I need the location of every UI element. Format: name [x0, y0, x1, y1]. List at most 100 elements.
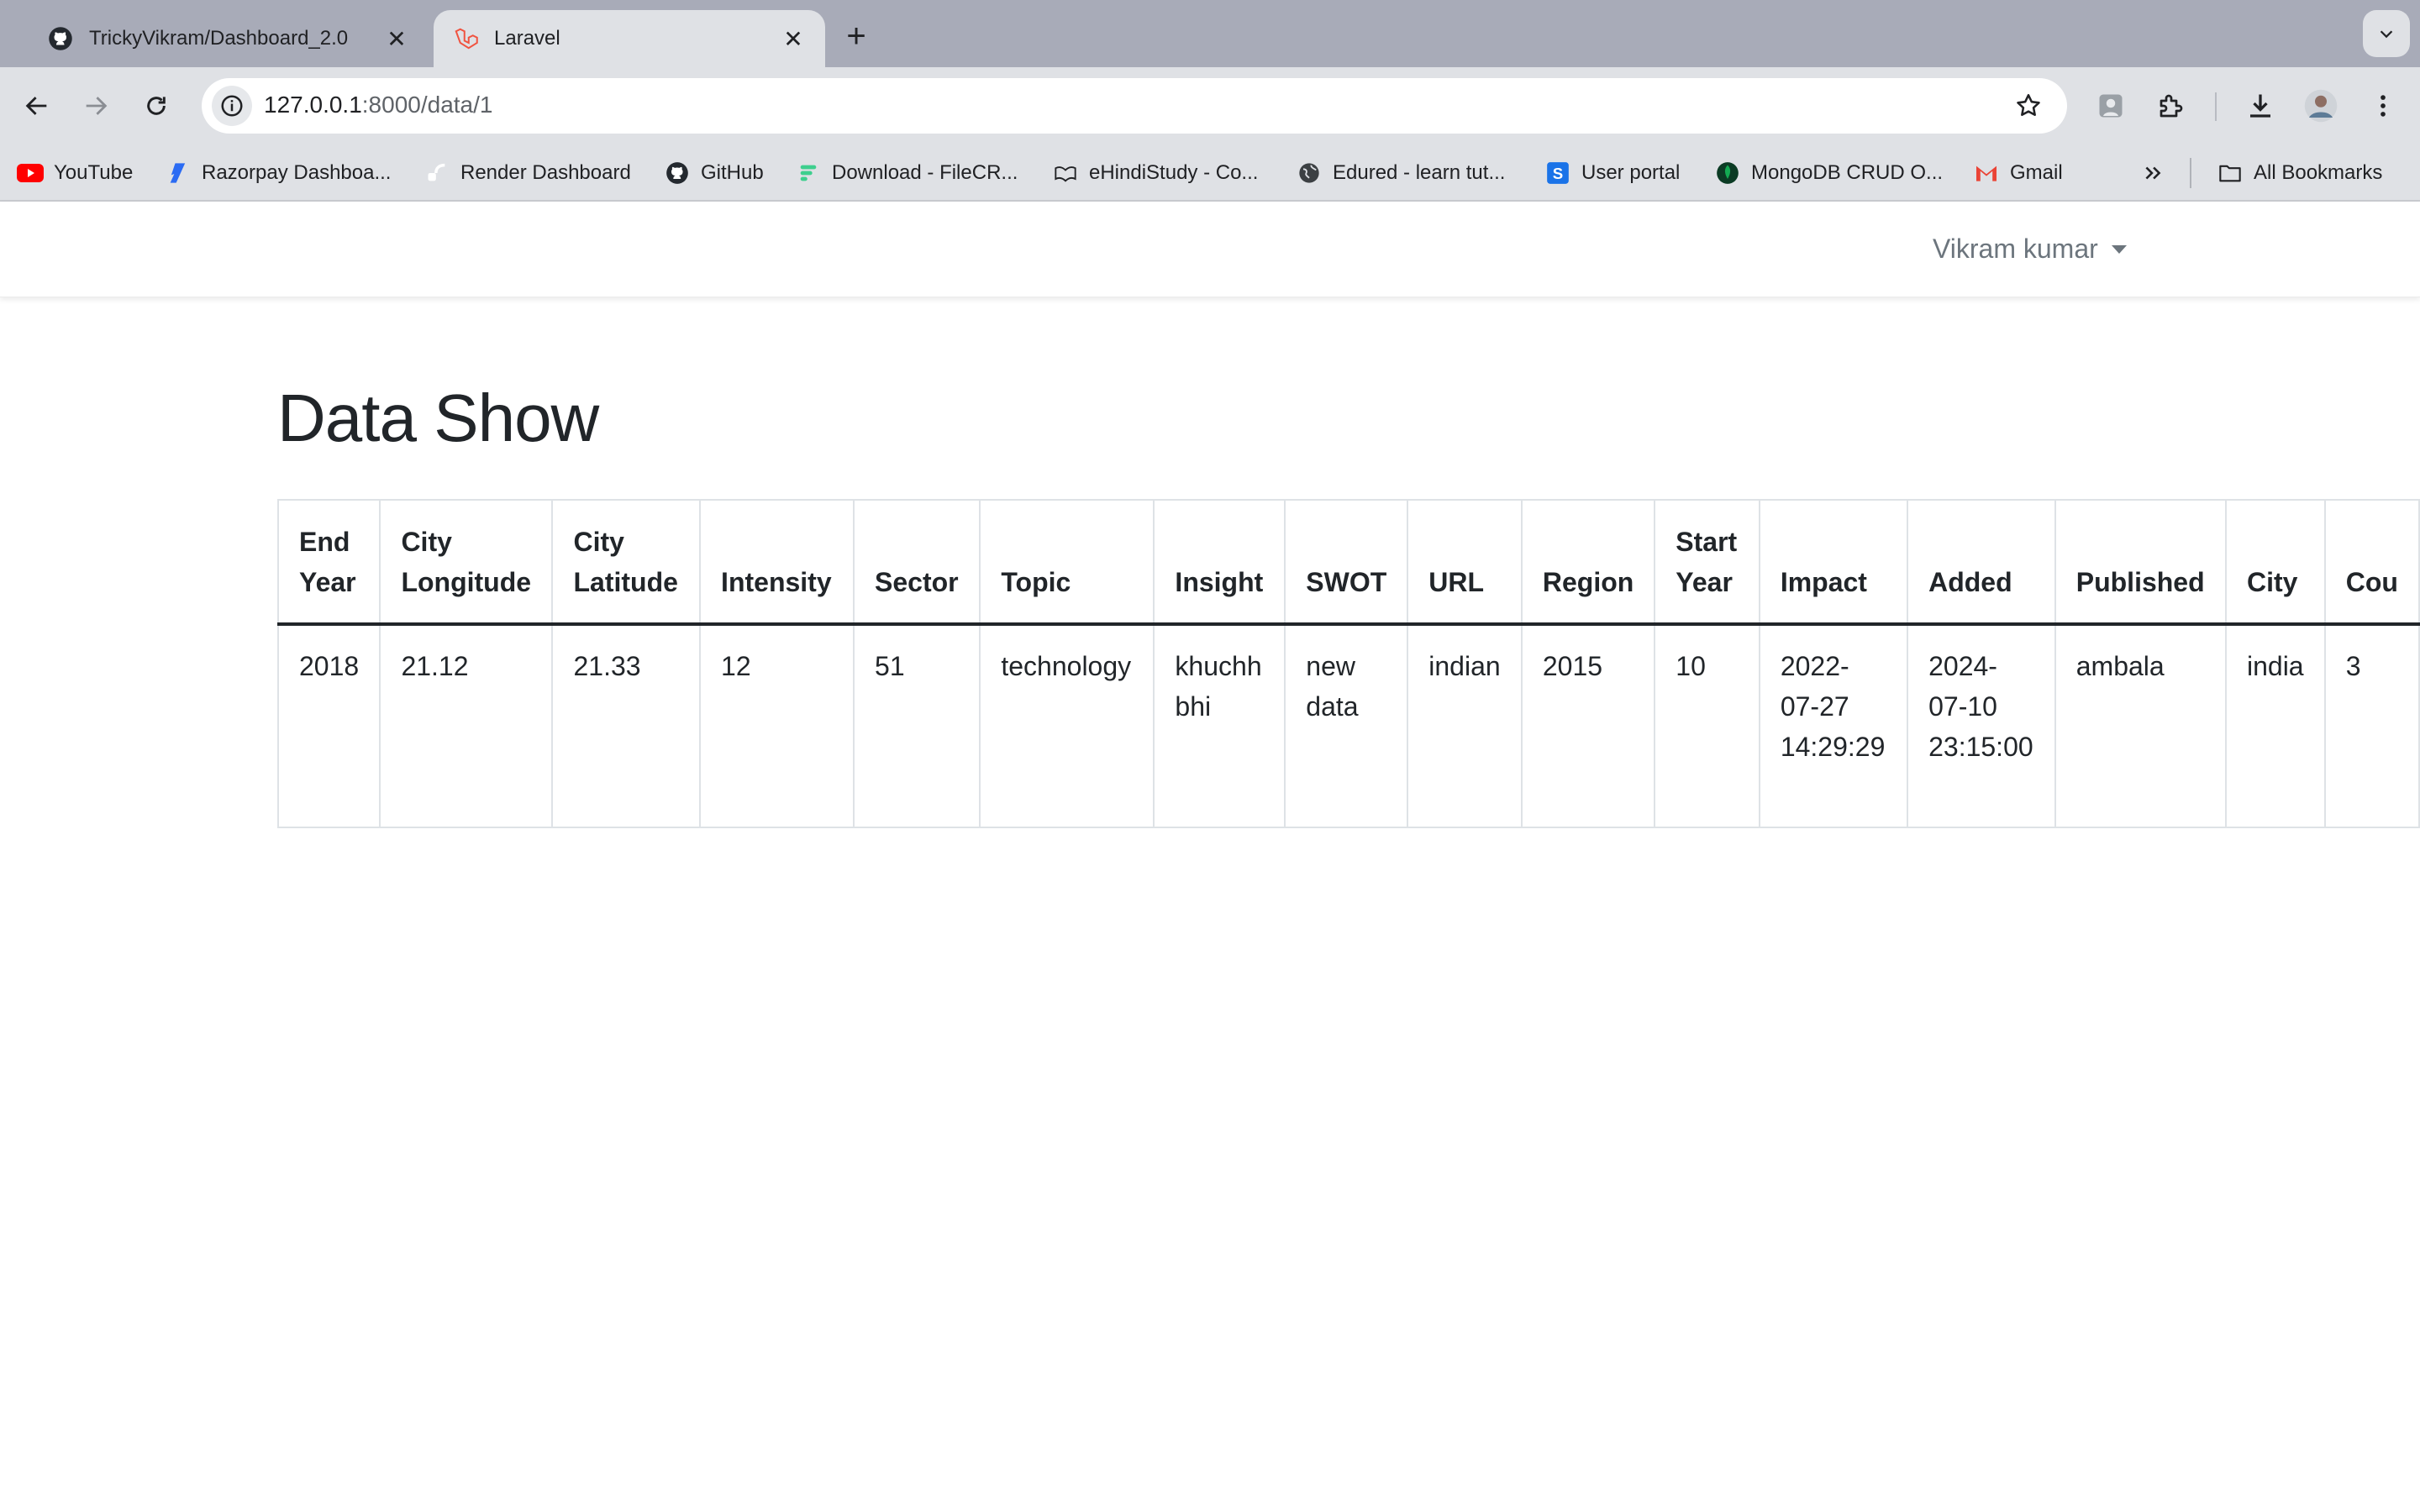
bookmarks-bar: YouTube Razorpay Dashboa... Render Dashb… [0, 144, 2420, 202]
kebab-menu-icon[interactable] [2360, 82, 2407, 129]
bookmark-razorpay[interactable]: Razorpay Dashboa... [165, 156, 391, 190]
app-navbar: Vikram kumar [0, 202, 2420, 297]
bookmark-mongodb[interactable]: MongoDB CRUD O... [1714, 156, 1943, 190]
column-header: Insight [1153, 499, 1286, 626]
folder-icon [2217, 160, 2244, 186]
column-header: Topic [979, 499, 1155, 626]
bookmark-label: Razorpay Dashboa... [202, 161, 392, 184]
table-cell: technology [979, 623, 1155, 828]
bookmark-label: Gmail [2010, 161, 2063, 184]
chevron-down-icon [2380, 30, 2393, 39]
site-info-icon[interactable] [212, 86, 252, 126]
bookmark-gmail[interactable]: Gmail [1973, 156, 2063, 190]
arrow-right-icon [86, 97, 108, 115]
bookmark-user-portal[interactable]: S User portal [1544, 156, 1680, 190]
bookmark-youtube[interactable]: YouTube [17, 156, 133, 190]
table-cell: 51 [853, 623, 981, 828]
bookmark-github[interactable]: GitHub [664, 156, 764, 190]
column-header: End Year [277, 499, 381, 626]
browser-toolbar: 127.0.0.1:8000/data/1 [0, 67, 2420, 144]
github-icon [664, 160, 691, 186]
table-cell: new data [1284, 623, 1409, 828]
bookmark-label: eHindiStudy - Co... [1089, 161, 1259, 184]
table-cell: 2024-07-10 23:15:00 [1907, 623, 2056, 828]
forward-button[interactable] [72, 82, 119, 129]
close-icon[interactable]: ✕ [381, 24, 412, 54]
table-cell: ambala [2054, 623, 2227, 828]
bookmark-label: Render Dashboard [460, 161, 631, 184]
table-cell: 2018 [277, 623, 381, 828]
table-cell: 12 [699, 623, 855, 828]
svg-text:S: S [1553, 165, 1563, 182]
bookmark-label: YouTube [54, 161, 134, 184]
tab-title: TrickyVikram/Dashboard_2.0 [89, 27, 349, 50]
address-bar[interactable]: 127.0.0.1:8000/data/1 [202, 78, 2067, 134]
razorpay-icon [165, 160, 192, 186]
close-icon[interactable]: ✕ [778, 24, 808, 54]
column-header: City Latitude [551, 499, 702, 626]
reload-button[interactable] [133, 82, 180, 129]
column-header: Published [2054, 499, 2227, 626]
bookmark-ehindistudy[interactable]: eHindiStudy - Co... [1052, 156, 1258, 190]
column-header: Region [1520, 499, 1656, 626]
url-text: 127.0.0.1:8000/data/1 [264, 92, 492, 118]
youtube-icon [17, 160, 44, 186]
bookmark-label: MongoDB CRUD O... [1751, 161, 1944, 184]
bookmark-label: Download - FileCR... [832, 161, 1018, 184]
chevron-double-right-icon [2139, 160, 2166, 186]
table-cell: 2022-07-27 14:29:29 [1758, 623, 1909, 828]
github-icon [47, 25, 74, 52]
tab-title: Laravel [494, 27, 560, 50]
column-header: Sector [853, 499, 981, 626]
all-bookmarks-button[interactable]: All Bookmarks [2217, 156, 2382, 190]
column-header: City [2224, 499, 2326, 626]
avatar[interactable] [2297, 82, 2344, 129]
s-logo-icon: S [1544, 160, 1571, 186]
caret-down-icon [2111, 244, 2127, 254]
more-bookmarks-button[interactable] [2139, 156, 2176, 190]
bookmark-render[interactable]: Render Dashboard [424, 156, 631, 190]
bookmark-label: GitHub [701, 161, 764, 184]
column-header: City Longitude [379, 499, 554, 626]
extensions-puzzle-icon[interactable] [2148, 82, 2195, 129]
column-header: Start Year [1654, 499, 1760, 626]
download-icon[interactable] [2237, 82, 2284, 129]
table-cell: india [2224, 623, 2326, 828]
tab-github-repo[interactable]: TrickyVikram/Dashboard_2.0 ✕ [29, 10, 429, 67]
bookmarks-divider [2190, 158, 2191, 188]
column-header: Added [1907, 499, 2056, 626]
star-icon[interactable] [2012, 89, 2045, 123]
profile-extension-icon[interactable] [2087, 82, 2134, 129]
arrow-left-icon [25, 97, 47, 115]
gmail-icon [1973, 160, 2000, 186]
url-path: :8000/data/1 [361, 92, 493, 118]
browser-tabstrip: TrickyVikram/Dashboard_2.0 ✕ Laravel ✕ + [0, 0, 2420, 67]
back-button[interactable] [13, 82, 60, 129]
table-cell: 21.33 [551, 623, 702, 828]
toolbar-divider [2215, 92, 2217, 121]
bookmark-edured[interactable]: Edured - learn tut... [1296, 156, 1505, 190]
all-bookmarks-label: All Bookmarks [2254, 161, 2383, 184]
tab-search-button[interactable] [2363, 10, 2410, 57]
column-header: Intensity [699, 499, 855, 626]
user-dropdown[interactable]: Vikram kumar [1933, 234, 2127, 265]
column-header: URL [1407, 499, 1523, 626]
table-cell: khuchh bhi [1153, 623, 1286, 828]
render-icon [424, 160, 450, 186]
data-table-container: End Year City Longitude City Latitude In… [277, 499, 2420, 828]
filecr-icon [795, 160, 822, 186]
page-title: Data Show [277, 381, 599, 455]
bookmark-label: User portal [1581, 161, 1681, 184]
table-cell: indian [1407, 623, 1523, 828]
table-header-row: End Year City Longitude City Latitude In… [277, 499, 2420, 626]
tab-laravel[interactable]: Laravel ✕ [434, 10, 825, 67]
user-name: Vikram kumar [1933, 234, 2098, 264]
new-tab-button[interactable]: + [835, 15, 877, 57]
bookmark-filecr[interactable]: Download - FileCR... [795, 156, 1018, 190]
table-cell: 21.12 [379, 623, 554, 828]
bookmark-label: Edured - learn tut... [1333, 161, 1506, 184]
column-header: Cou [2323, 499, 2420, 626]
mongodb-icon [1714, 160, 1741, 186]
table-cell: 10 [1654, 623, 1760, 828]
column-header: SWOT [1284, 499, 1409, 626]
